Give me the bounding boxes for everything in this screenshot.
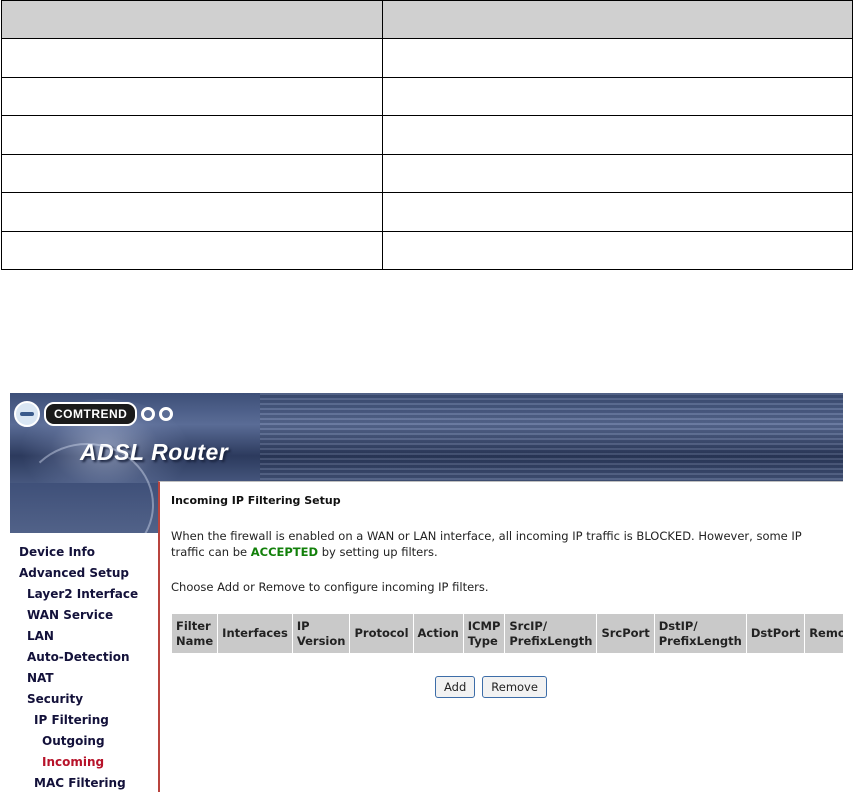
incoming-filter-table: Filter Name Interfaces IP Version Protocol… xyxy=(170,613,843,654)
sidebar-menu: Device Info Advanced Setup Layer2 Interf… xyxy=(10,533,158,792)
table-cell xyxy=(1,76,383,117)
table-row xyxy=(1,76,853,117)
action-buttons: Add Remove xyxy=(435,676,547,698)
header-line: PrefixLength xyxy=(658,633,742,648)
table-cell xyxy=(382,76,853,117)
banner-stripes xyxy=(260,393,843,483)
sidebar-item-advanced-setup[interactable]: Advanced Setup xyxy=(19,566,129,580)
table-cell xyxy=(382,153,853,194)
header-line: DstPort xyxy=(750,626,801,640)
table-row xyxy=(1,153,853,194)
empty-document-table xyxy=(1,0,853,271)
col-dst-port: DstPort xyxy=(745,613,806,654)
table-row xyxy=(1,38,853,78)
ring-icon xyxy=(159,407,174,421)
sidebar-item-auto-detection[interactable]: Auto-Detection xyxy=(27,650,130,664)
filter-table-header-row: Filter Name Interfaces IP Version Protocol… xyxy=(170,613,843,654)
header-line: Version xyxy=(296,633,346,648)
sidebar-item-mac-filtering[interactable]: MAC Filtering xyxy=(34,776,126,790)
accepted-keyword: ACCEPTED xyxy=(250,545,319,559)
header-line: PrefixLength xyxy=(509,633,593,648)
header-line: DstIP/ xyxy=(658,618,698,633)
instruction-text: Choose Add or Remove to configure incomi… xyxy=(171,580,489,594)
col-action: Action xyxy=(412,613,464,654)
sidebar-item-wan-service[interactable]: WAN Service xyxy=(27,608,113,622)
globe-icon xyxy=(14,401,40,427)
sidebar-item-device-info[interactable]: Device Info xyxy=(19,545,95,559)
header-line: ICMP xyxy=(467,618,501,633)
table-cell xyxy=(1,230,383,271)
col-src-port: SrcPort xyxy=(596,613,655,654)
table-cell xyxy=(382,0,853,40)
table-cell xyxy=(382,192,853,232)
sidebar-item-incoming[interactable]: Incoming xyxy=(42,755,104,769)
sidebar-item-layer2-interface[interactable]: Layer2 Interface xyxy=(27,587,138,601)
header-line: Interfaces xyxy=(222,626,288,640)
header-line: Filter xyxy=(176,618,211,633)
col-interfaces: Interfaces xyxy=(217,613,293,654)
table-row xyxy=(1,115,853,155)
description-text: When the firewall is enabled on a WAN or… xyxy=(171,528,831,560)
header-line: Type xyxy=(467,633,498,648)
table-header-row xyxy=(1,0,853,40)
col-icmp-type: ICMP Type xyxy=(462,613,506,654)
table-row xyxy=(1,230,853,271)
table-cell xyxy=(1,115,383,155)
page-title: Incoming IP Filtering Setup xyxy=(171,494,341,507)
table-cell xyxy=(1,0,383,40)
table-cell xyxy=(1,38,383,78)
description-part2: by setting up filters. xyxy=(321,545,438,559)
col-src-ip: SrcIP/PrefixLength xyxy=(504,613,598,654)
table-cell xyxy=(1,153,383,194)
header-line: Protocol xyxy=(354,626,409,640)
ring-icon xyxy=(141,407,156,421)
sidebar-item-nat[interactable]: NAT xyxy=(27,671,54,685)
sidebar-item-outgoing[interactable]: Outgoing xyxy=(42,734,105,748)
col-filter-name: Filter Name xyxy=(170,613,219,654)
sidebar-item-lan[interactable]: LAN xyxy=(27,629,54,643)
table-cell xyxy=(1,192,383,232)
main-content: Incoming IP Filtering Setup When the fir… xyxy=(158,481,843,792)
table-row xyxy=(1,192,853,232)
col-dst-ip: DstIP/PrefixLength xyxy=(653,613,747,654)
add-button[interactable]: Add xyxy=(435,676,476,698)
header-line: Remove xyxy=(809,626,843,640)
header-line: SrcIP/ xyxy=(509,618,548,633)
header-line: IP xyxy=(296,618,310,633)
router-screenshot: COMTREND ADSL Router Device Info Advance… xyxy=(10,393,843,792)
remove-button[interactable]: Remove xyxy=(482,676,547,698)
header-line: Name xyxy=(176,633,214,648)
table-cell xyxy=(382,230,853,271)
brand-name: COMTREND xyxy=(44,402,138,426)
header-line: Action xyxy=(417,626,459,640)
sidebar-item-ip-filtering[interactable]: IP Filtering xyxy=(34,713,109,727)
table-cell xyxy=(382,115,853,155)
col-ip-version: IP Version xyxy=(291,613,351,654)
col-protocol: Protocol xyxy=(349,613,414,654)
comtrend-logo: COMTREND xyxy=(14,401,174,427)
sidebar-item-security[interactable]: Security xyxy=(27,692,83,706)
col-remove: Remove xyxy=(804,613,843,654)
header-line: SrcPort xyxy=(601,626,650,640)
table-cell xyxy=(382,38,853,78)
